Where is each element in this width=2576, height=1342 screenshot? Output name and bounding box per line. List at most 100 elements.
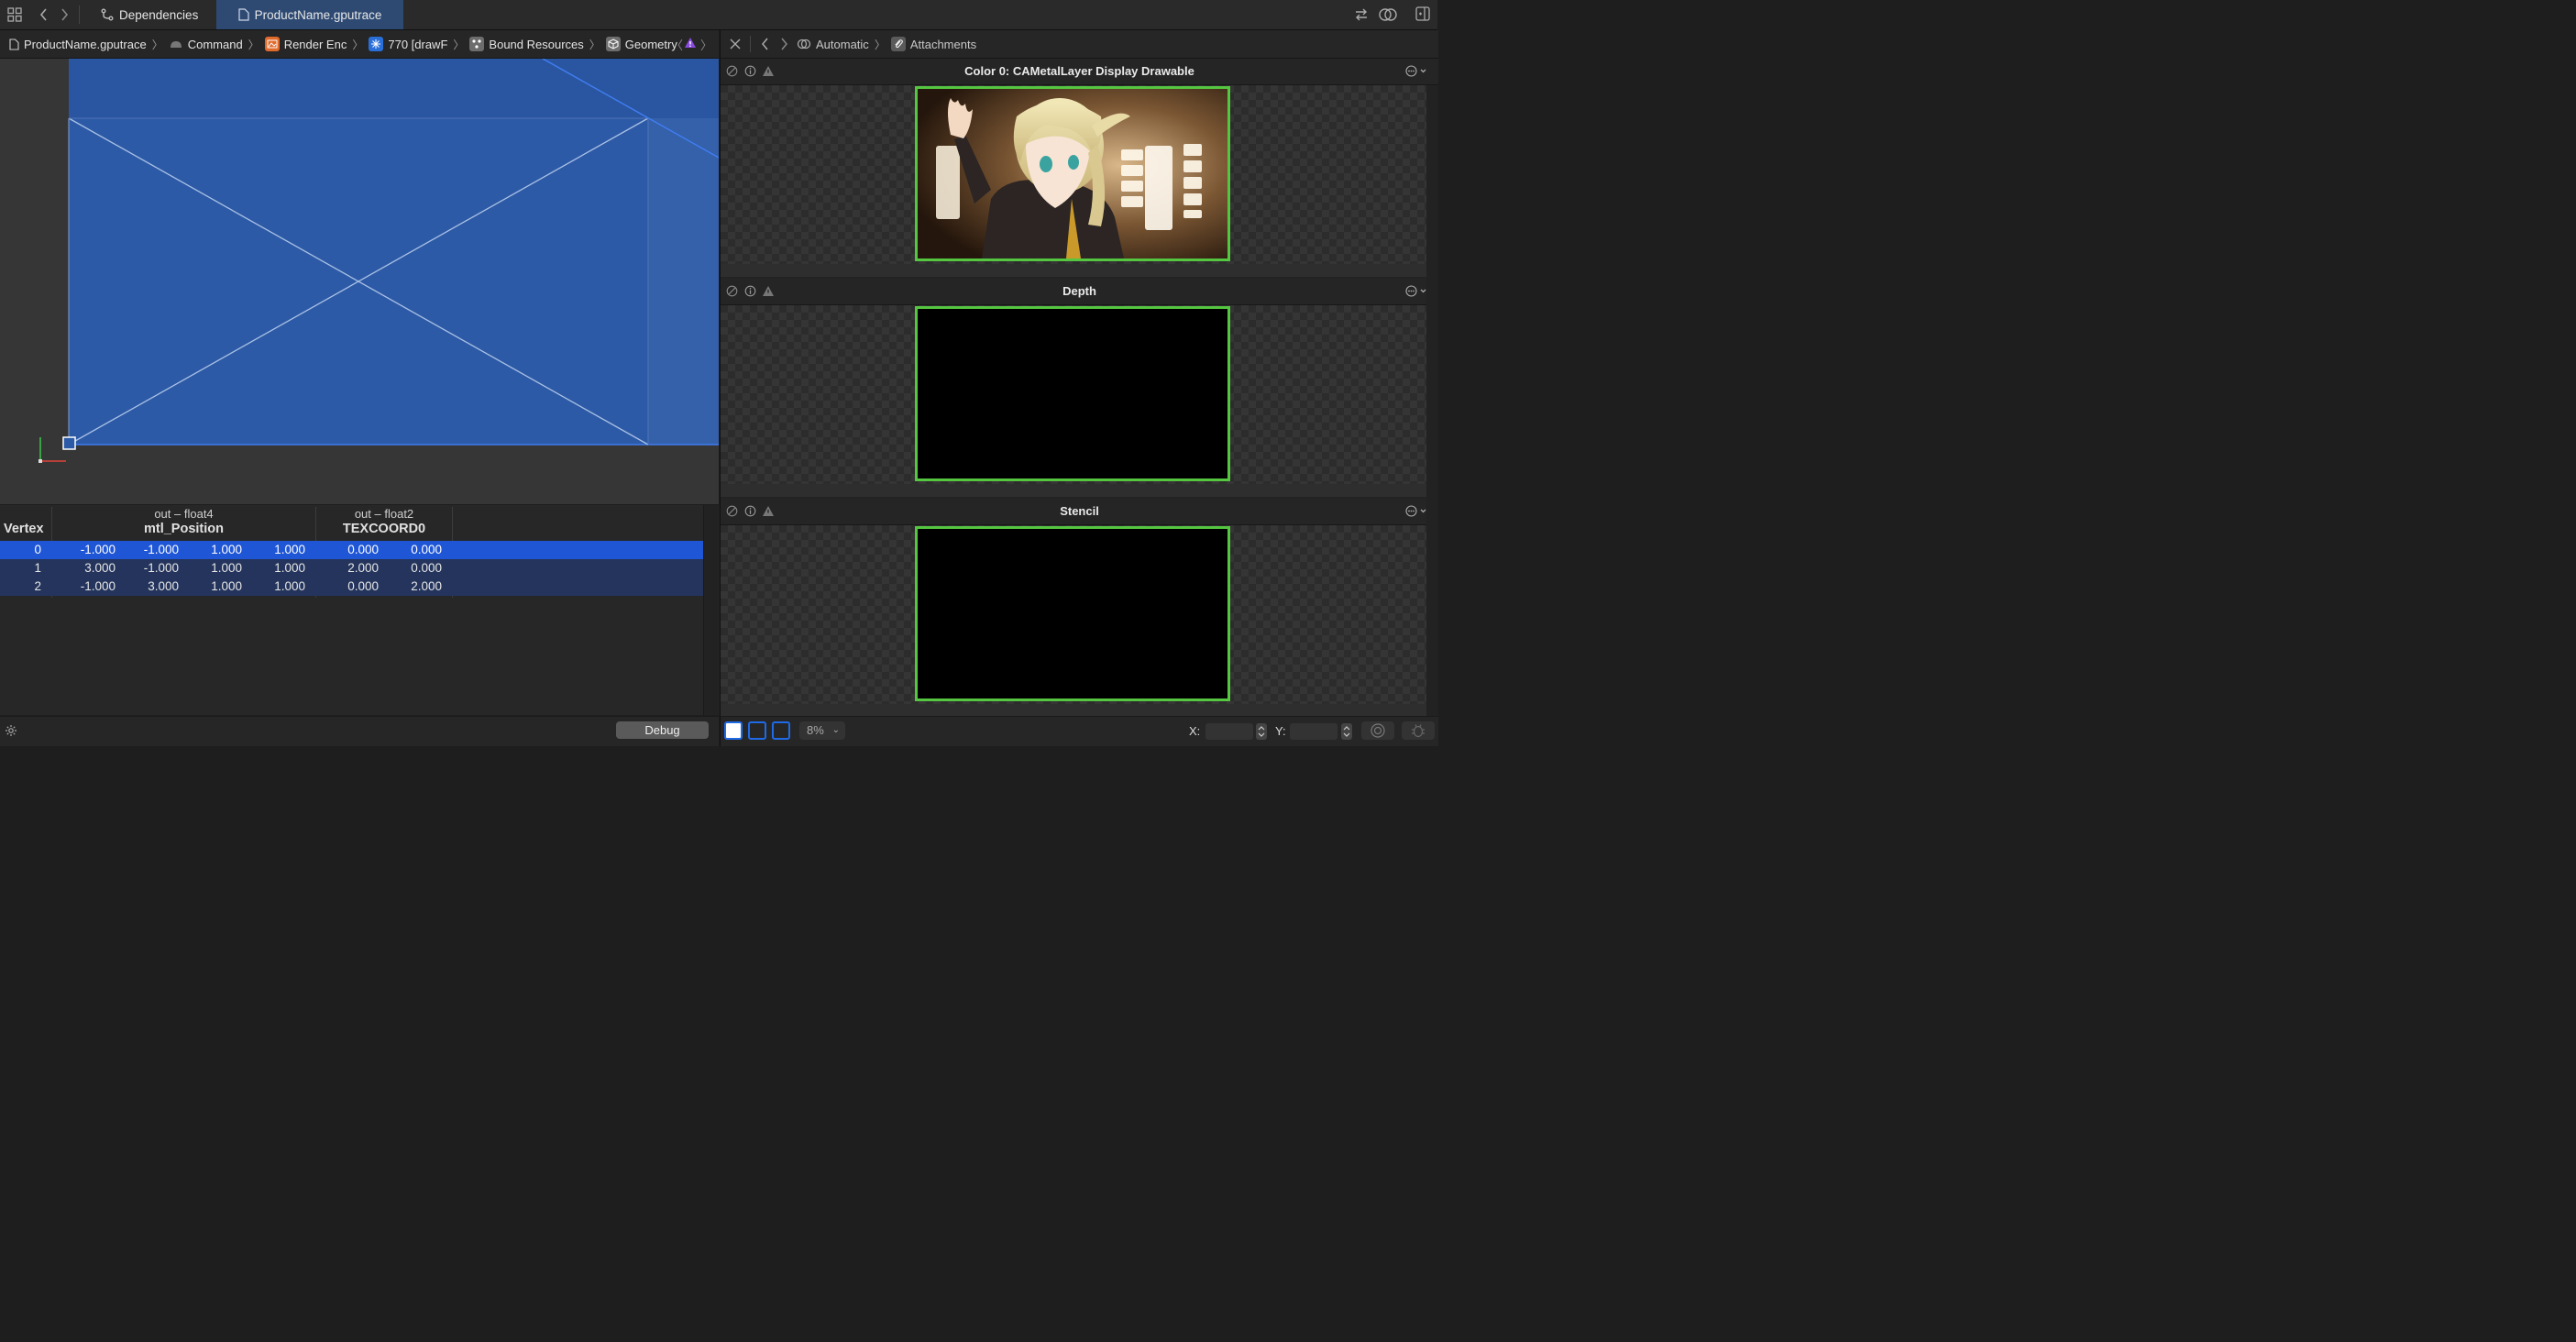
primitive-band bbox=[69, 59, 719, 118]
more-options-icon[interactable] bbox=[1405, 65, 1427, 77]
breadcrumb-label: Automatic bbox=[816, 37, 869, 51]
breadcrumb-item-attachments[interactable]: Attachments bbox=[890, 37, 977, 51]
dependencies-icon bbox=[101, 8, 114, 21]
breadcrumb-item-command[interactable]: Command bbox=[169, 38, 243, 51]
attachment-title: Depth bbox=[1062, 284, 1096, 298]
panel-separator bbox=[721, 484, 1438, 497]
close-icon[interactable] bbox=[730, 38, 741, 50]
breadcrumb-item-bound-resources[interactable]: Bound Resources bbox=[469, 37, 584, 51]
chevron-left-icon[interactable]: 〈 bbox=[671, 36, 683, 53]
primitive-band bbox=[648, 118, 719, 445]
tab-label: ProductName.gputrace bbox=[254, 7, 382, 22]
texcoord-v: 2.000 bbox=[411, 579, 442, 593]
color-attachment-image[interactable] bbox=[915, 86, 1230, 261]
attachments-viewer: Color 0: CAMetalLayer Display Drawable D… bbox=[720, 59, 1438, 716]
tab-bar: Dependencies ProductName.gputrace bbox=[0, 0, 1437, 30]
rendered-scene-image bbox=[918, 89, 1227, 258]
breadcrumb-item-render-encoder[interactable]: Render Enc bbox=[264, 37, 347, 51]
breadcrumb-item-geometry[interactable]: Geometry bbox=[605, 37, 677, 51]
column-header-texcoord0[interactable]: TEXCOORD0 bbox=[316, 522, 452, 536]
x-coordinate-label: X: bbox=[1189, 724, 1201, 738]
draw-call-icon bbox=[369, 37, 384, 51]
scrollbar-track[interactable] bbox=[703, 505, 720, 715]
layout-double-button[interactable] bbox=[748, 721, 766, 740]
geometry-viewport[interactable] bbox=[0, 59, 719, 504]
overlap-circles-icon[interactable] bbox=[1379, 6, 1397, 23]
more-options-icon[interactable] bbox=[1405, 285, 1427, 297]
tab-productname-gputrace[interactable]: ProductName.gputrace bbox=[216, 0, 403, 29]
bug-icon bbox=[1412, 724, 1425, 738]
tab-dependencies[interactable]: Dependencies bbox=[92, 0, 220, 29]
zoom-value: 8% bbox=[807, 723, 824, 737]
inspector-panel-icon[interactable] bbox=[1415, 6, 1430, 21]
target-icon bbox=[1371, 723, 1385, 738]
back-icon[interactable] bbox=[760, 37, 771, 51]
table-row[interactable]: 1 3.000 -1.000 1.000 1.000 2.000 0.000 bbox=[0, 559, 703, 578]
column-type-label: out – float2 bbox=[354, 507, 414, 521]
position-w: 1.000 bbox=[274, 561, 305, 575]
render-encoder-icon bbox=[264, 37, 280, 51]
geometry-cube-icon bbox=[605, 37, 621, 51]
scrollbar-track[interactable] bbox=[1426, 85, 1438, 716]
texcoord-u: 0.000 bbox=[347, 543, 379, 556]
table-row-selected[interactable]: 0 -1.000 -1.000 1.000 1.000 0.000 0.000 bbox=[0, 541, 703, 559]
forward-icon[interactable] bbox=[778, 37, 789, 51]
swap-icon[interactable] bbox=[1354, 7, 1369, 22]
breadcrumb-item-file[interactable]: ProductName.gputrace bbox=[9, 38, 147, 51]
attachment-title: Color 0: CAMetalLayer Display Drawable bbox=[964, 64, 1194, 78]
y-coordinate-label: Y: bbox=[1275, 724, 1286, 738]
vertex-index: 2 bbox=[34, 579, 41, 593]
texcoord-v: 0.000 bbox=[411, 543, 442, 556]
breadcrumb-item-automatic[interactable]: Automatic bbox=[797, 37, 869, 51]
breadcrumb-label: ProductName.gputrace bbox=[24, 37, 147, 51]
back-icon[interactable] bbox=[39, 7, 50, 22]
vertex-index: 0 bbox=[34, 543, 41, 556]
column-header-mtl-position[interactable]: mtl_Position bbox=[52, 522, 315, 536]
more-options-icon[interactable] bbox=[1405, 505, 1427, 517]
layout-single-button[interactable] bbox=[724, 721, 743, 740]
table-row[interactable]: 2 -1.000 3.000 1.000 1.000 0.000 2.000 bbox=[0, 578, 703, 596]
depth-attachment-image[interactable] bbox=[915, 306, 1230, 481]
position-w: 1.000 bbox=[274, 543, 305, 556]
breadcrumb-label: Geometry bbox=[624, 37, 677, 51]
vertex-table: Vertex out – float4 mtl_Position out – f… bbox=[0, 505, 720, 715]
vertex-column-header[interactable]: Vertex bbox=[4, 522, 44, 536]
document-icon bbox=[9, 38, 19, 50]
stencil-attachment-image[interactable] bbox=[915, 526, 1230, 701]
forward-icon[interactable] bbox=[59, 7, 70, 22]
command-buffer-icon bbox=[169, 38, 183, 50]
breadcrumb-label: 770 [drawF bbox=[388, 37, 448, 51]
pixel-inspector-button[interactable] bbox=[1361, 721, 1394, 740]
divider bbox=[750, 36, 751, 52]
position-y: 3.000 bbox=[148, 579, 179, 593]
breadcrumb-label: Render Enc bbox=[283, 37, 347, 51]
chevron-right-icon: 〉 bbox=[874, 38, 886, 51]
grid-icon[interactable] bbox=[7, 7, 22, 22]
selected-vertex-marker[interactable] bbox=[62, 436, 76, 450]
stepper-icon[interactable] bbox=[1256, 723, 1267, 740]
breadcrumb-item-draw-call[interactable]: 770 [drawF bbox=[369, 37, 447, 51]
chevron-right-icon: 〉 bbox=[248, 38, 259, 51]
y-coordinate-input[interactable] bbox=[1290, 723, 1338, 740]
chevron-right-icon: 〉 bbox=[352, 38, 364, 51]
geometry-canvas[interactable] bbox=[0, 59, 719, 504]
gear-icon[interactable] bbox=[5, 724, 17, 737]
debug-button[interactable]: Debug bbox=[616, 721, 709, 739]
bound-resources-icon bbox=[469, 37, 485, 51]
tab-label: Dependencies bbox=[119, 7, 199, 22]
zoom-dropdown[interactable]: 8% ⌄ bbox=[799, 721, 845, 740]
chevron-right-icon: 〉 bbox=[453, 38, 465, 51]
divider bbox=[79, 6, 80, 24]
chevron-right-icon: 〉 bbox=[589, 38, 600, 51]
breadcrumb-label: Attachments bbox=[909, 37, 977, 51]
x-coordinate-input[interactable] bbox=[1205, 723, 1253, 740]
position-x: -1.000 bbox=[80, 579, 116, 593]
left-footer bbox=[0, 716, 719, 746]
layout-triple-button[interactable] bbox=[772, 721, 790, 740]
position-z: 1.000 bbox=[211, 561, 242, 575]
stepper-icon[interactable] bbox=[1341, 723, 1352, 740]
attachment-header-depth: Depth bbox=[721, 279, 1438, 305]
chevron-right-icon[interactable]: 〉 bbox=[700, 36, 712, 53]
debug-pixel-button[interactable] bbox=[1402, 721, 1435, 740]
warning-icon[interactable] bbox=[684, 37, 697, 49]
